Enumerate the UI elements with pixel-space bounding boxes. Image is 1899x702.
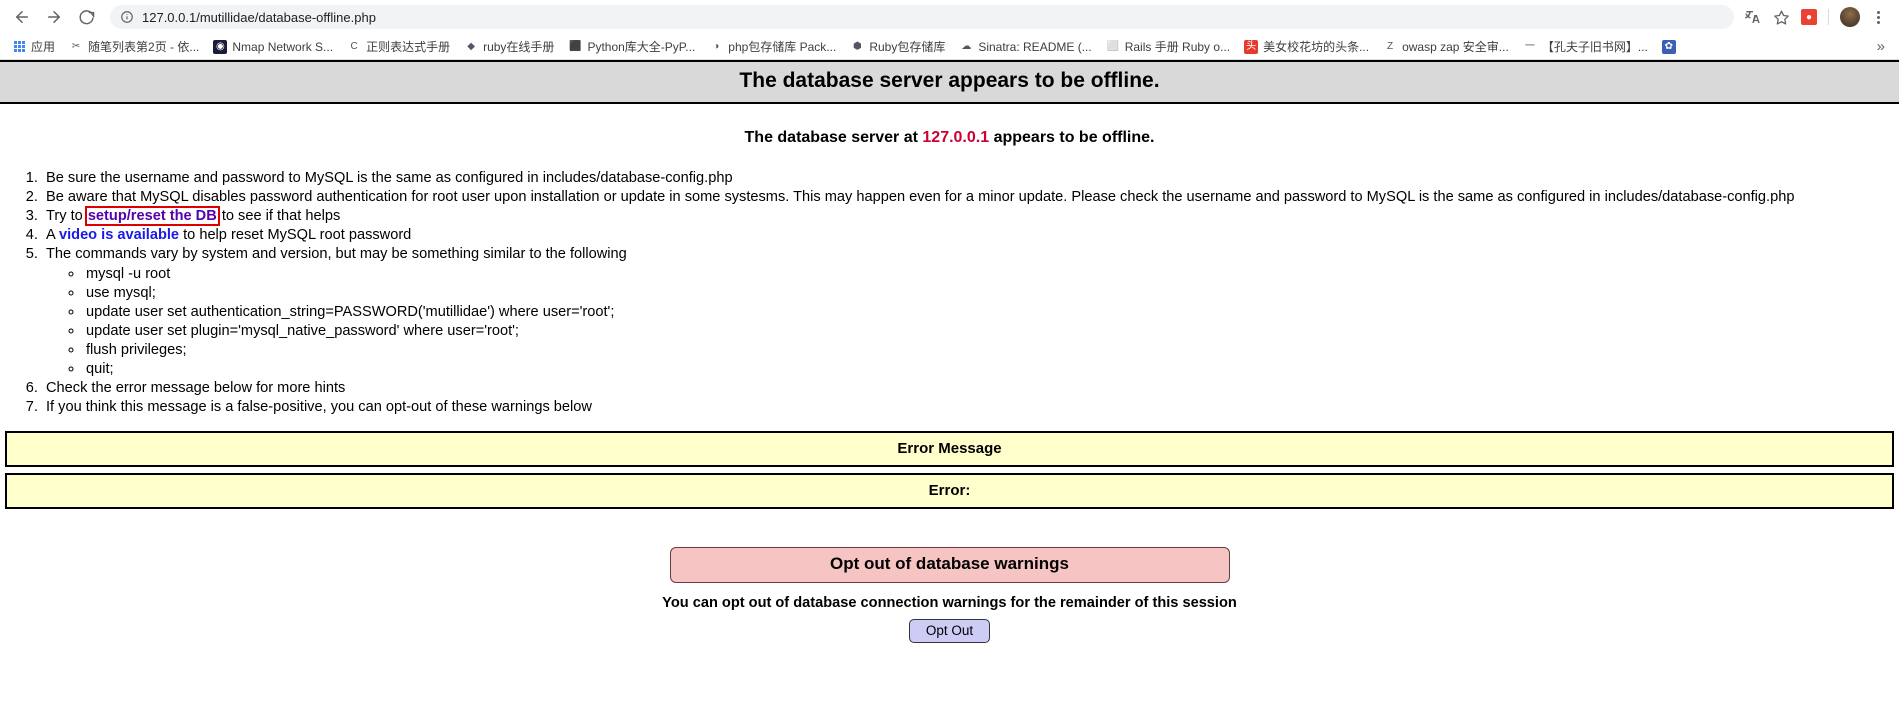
extension-badge: ●: [1801, 9, 1817, 25]
rubygems-icon: ⬢: [850, 39, 865, 54]
bookmark-item[interactable]: ☁ Sinatra: README (...: [953, 36, 1097, 58]
extension-icon[interactable]: ●: [1796, 4, 1822, 30]
error-message-header: Error Message: [5, 431, 1894, 468]
setup-reset-db-link[interactable]: setup/reset the DB: [84, 206, 220, 227]
avatar-image: [1840, 7, 1860, 27]
hint-text: Be sure the username and password to MyS…: [46, 170, 733, 186]
browser-navigation-bar: 127.0.0.1/mutillidae/database-offline.ph…: [0, 0, 1899, 34]
bookmark-label: Ruby包存储库: [869, 40, 946, 54]
bookmark-label: 随笔列表第2页 - 依...: [88, 40, 200, 54]
toutiao-icon: 头: [1244, 39, 1259, 54]
bookmark-item[interactable]: 应用: [6, 36, 61, 58]
bookmark-item[interactable]: ◉ Nmap Network S...: [207, 36, 339, 58]
star-icon[interactable]: [1768, 4, 1794, 30]
nmap-eye-icon: ◉: [213, 39, 228, 54]
bookmark-item[interactable]: ◑ php包存储库 Pack...: [703, 36, 842, 58]
hint-error-below: Check the error message below for more h…: [42, 379, 1899, 398]
bookmark-item[interactable]: ⬜ Rails 手册 Ruby o...: [1100, 36, 1236, 58]
address-bar[interactable]: 127.0.0.1/mutillidae/database-offline.ph…: [110, 5, 1734, 29]
optout-banner: Opt out of database warnings: [669, 547, 1230, 584]
subtitle-suffix: appears to be offline.: [989, 129, 1155, 146]
hint-setup-reset: Try to setup/reset the DB to see if that…: [42, 206, 1899, 227]
browser-toolbar-actions: ●: [1738, 4, 1891, 30]
ruby-gem-icon: ◆: [464, 39, 479, 54]
mysql-command-list: mysql -u rootuse mysql;update user set a…: [46, 265, 1899, 380]
video-available-link[interactable]: video is available: [59, 227, 179, 243]
troubleshooting-hints-list: Be sure the username and password to MyS…: [0, 169, 1899, 417]
page-title: The database server appears to be offlin…: [0, 60, 1899, 104]
mysql-command-item: quit;: [84, 360, 1899, 379]
bookmark-label: php包存储库 Pack...: [728, 40, 837, 54]
bookmark-label: 【孔夫子旧书网】...: [1541, 40, 1648, 54]
opt-out-button[interactable]: Opt Out: [908, 619, 991, 644]
bookmark-label: 美女校花坊的头条...: [1263, 40, 1370, 54]
bookmark-label: 应用: [31, 40, 56, 54]
optout-section: Opt out of database warnings You can opt…: [0, 547, 1899, 644]
bookmark-label: 正则表达式手册: [366, 40, 451, 54]
c-logo-icon: C: [347, 39, 362, 54]
forward-arrow-icon[interactable]: [40, 3, 68, 31]
hint-auth-disabled: Be aware that MySQL disables password au…: [42, 188, 1899, 207]
translate-icon[interactable]: [1740, 4, 1766, 30]
hint-text: Be aware that MySQL disables password au…: [46, 189, 1795, 206]
hint-text: The commands vary by system and version,…: [46, 246, 627, 263]
hint-video: A video is available to help reset MySQL…: [42, 226, 1899, 245]
bookmark-item[interactable]: ⬛ Python库大全-PyP...: [562, 36, 701, 58]
bookmark-item[interactable]: Zowasp zap 安全审...: [1377, 36, 1515, 58]
mysql-command-item: update user set authentication_string=PA…: [84, 303, 1899, 322]
bookmark-label: Python库大全-PyP...: [587, 40, 696, 54]
hint-credentials: Be sure the username and password to MyS…: [42, 169, 1899, 188]
bookmark-item[interactable]: 一【孔夫子旧书网】...: [1517, 36, 1654, 58]
hint-text: If you think this message is a false-pos…: [46, 399, 592, 416]
sinatra-hat-icon: ☁: [959, 39, 974, 54]
hint-false-positive: If you think this message is a false-pos…: [42, 398, 1899, 417]
bookmark-item[interactable]: C 正则表达式手册: [341, 36, 456, 58]
mysql-command-item: flush privileges;: [84, 341, 1899, 360]
bookmark-label: Rails 手册 Ruby o...: [1124, 40, 1231, 54]
bookmarks-bar: 应用 ✂ 随笔列表第2页 - 依... ◉ Nmap Network S... C 正则表达…: [0, 34, 1899, 60]
bookmark-label: Nmap Network S...: [232, 39, 334, 54]
bookmarks-overflow-button[interactable]: »: [1869, 38, 1893, 55]
avatar[interactable]: [1837, 4, 1863, 30]
address-bar-url: 127.0.0.1/mutillidae/database-offline.ph…: [142, 9, 376, 25]
offline-subtitle: The database server at 127.0.0.1 appears…: [0, 129, 1899, 147]
hint-text-suffix: to help reset MySQL root password: [179, 227, 412, 244]
paw-icon: ✿: [1661, 39, 1676, 54]
php-elephant-icon: ◑: [709, 39, 724, 54]
hint-text-prefix: A: [46, 227, 59, 244]
kebab-dots: [1876, 10, 1880, 24]
error-message-body: Error:: [5, 473, 1894, 510]
hint-text-suffix: to see if that helps: [217, 208, 341, 225]
hint-commands: The commands vary by system and version,…: [42, 245, 1899, 379]
reload-icon[interactable]: [72, 3, 100, 31]
mysql-command-item: use mysql;: [84, 284, 1899, 303]
zap-icon: Z: [1383, 39, 1398, 54]
bookmark-item[interactable]: ✿: [1656, 36, 1687, 58]
page-content: The database server appears to be offlin…: [0, 60, 1899, 644]
bookmark-item[interactable]: ⬢ Ruby包存储库: [844, 36, 951, 58]
bookmark-item[interactable]: ✂ 随笔列表第2页 - 依...: [63, 36, 205, 58]
bookmark-item[interactable]: 头美女校花坊的头条...: [1238, 36, 1375, 58]
pen-icon: ✂: [69, 39, 84, 54]
kebab-menu-icon[interactable]: [1865, 4, 1891, 30]
hint-text-prefix: Try to: [46, 208, 87, 225]
package-box-icon: ⬛: [568, 39, 583, 54]
toolbar-divider: [1828, 9, 1829, 25]
bookmark-item[interactable]: ◆ ruby在线手册: [458, 36, 560, 58]
optout-description: You can opt out of database connection w…: [662, 595, 1237, 612]
back-arrow-icon[interactable]: [8, 3, 36, 31]
mysql-command-item: mysql -u root: [84, 265, 1899, 284]
hint-text: Check the error message below for more h…: [46, 380, 346, 397]
mysql-command-item: update user set plugin='mysql_native_pas…: [84, 322, 1899, 341]
kongfz-icon: 一: [1522, 39, 1537, 54]
bookmark-label: ruby在线手册: [483, 40, 555, 54]
database-host-address: 127.0.0.1: [922, 129, 990, 146]
document-icon: ⬜: [1105, 39, 1120, 54]
browser-chrome: 127.0.0.1/mutillidae/database-offline.ph…: [0, 0, 1899, 60]
bookmark-label: owasp zap 安全审...: [1402, 40, 1509, 54]
bookmark-label: Sinatra: README (...: [978, 39, 1092, 54]
info-circle-icon[interactable]: [120, 10, 134, 24]
apps-grid-icon: [12, 40, 26, 54]
subtitle-prefix: The database server at: [744, 129, 923, 146]
